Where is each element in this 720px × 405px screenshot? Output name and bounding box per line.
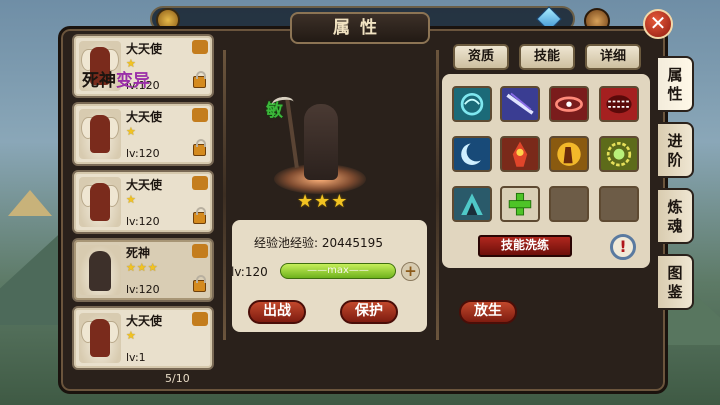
cyan-swirl-icon[interactable] — [452, 86, 492, 122]
lock-icon[interactable] — [193, 207, 206, 224]
protect-button[interactable]: 保护 — [340, 300, 398, 324]
hero-name-main: 死神 — [82, 71, 116, 91]
close-button[interactable]: ✕ — [643, 9, 673, 39]
angel-portrait-icon — [79, 109, 121, 159]
empty-skill-slot[interactable] — [599, 186, 639, 222]
side-tab-codex[interactable]: 图鉴 — [658, 254, 694, 310]
hero-name: 大天使 — [126, 110, 163, 124]
level-progress-bar: ——max—— — [280, 263, 396, 279]
hero-name: 死神 — [126, 246, 151, 260]
hero-name: 大天使 — [126, 178, 163, 192]
info-icon[interactable]: ! — [610, 234, 636, 260]
hero-level: lv:120 — [126, 283, 160, 296]
side-tab-soul[interactable]: 炼魂 — [658, 188, 694, 244]
ribbon-icon — [192, 176, 208, 190]
hero-name: 大天使 — [126, 314, 163, 328]
ribbon-icon — [192, 312, 208, 326]
red-ring-icon[interactable] — [549, 86, 589, 122]
deploy-button[interactable]: 出战 — [248, 300, 306, 324]
hero-level: lv:120 — [126, 215, 160, 228]
angel-portrait-icon — [79, 313, 121, 363]
hero-card[interactable]: 大天使 ★ lv:1 — [72, 306, 214, 370]
hero-card[interactable]: 大天使 ★ lv:120 — [72, 170, 214, 234]
skill-refine-button[interactable]: 技能洗练 — [478, 235, 572, 257]
tent-icon — [8, 190, 52, 216]
release-button[interactable]: 放生 — [459, 300, 517, 324]
lock-icon[interactable] — [193, 139, 206, 156]
hero-stars: ★ — [126, 125, 137, 138]
gold-fighter-icon[interactable] — [549, 136, 589, 172]
exp-pool-label: 经验池经验: — [254, 236, 319, 250]
demon-fire-icon[interactable] — [500, 136, 540, 172]
red-jaws-icon[interactable] — [599, 86, 639, 122]
angel-portrait-icon — [79, 177, 121, 227]
reaper-hero-art — [274, 94, 366, 194]
teal-warrior-icon[interactable] — [452, 186, 492, 222]
lock-icon[interactable] — [193, 275, 206, 292]
side-tab-advance[interactable]: 进阶 — [658, 122, 694, 178]
hero-star-rating: ★★★ — [297, 191, 349, 212]
hero-stars: ★ — [126, 329, 137, 342]
ribbon-icon — [192, 40, 208, 54]
green-sun-icon[interactable] — [599, 136, 639, 172]
hero-name-suffix: 变异 — [116, 71, 150, 91]
divider — [223, 50, 226, 340]
blue-crescent-icon[interactable] — [452, 136, 492, 172]
hero-name: 大天使 — [126, 42, 163, 56]
ribbon-icon — [192, 244, 208, 258]
exp-pool: 经验池经验: 20445195 — [254, 234, 383, 251]
tab-details[interactable]: 详细 — [585, 44, 641, 70]
empty-skill-slot[interactable] — [549, 186, 589, 222]
hero-card-selected[interactable]: 死神 ★★★ lv:120 — [72, 238, 214, 302]
ribbon-icon — [192, 108, 208, 122]
reaper-portrait-icon — [79, 245, 121, 295]
hero-stars: ★ — [126, 193, 137, 206]
hero-level: lv:120 — [126, 147, 160, 160]
window-title: 属性 — [290, 12, 430, 44]
hero-title: 死神变异 — [82, 66, 150, 91]
hero-level: lv:1 — [126, 351, 146, 364]
side-tab-attributes[interactable]: 属性 — [658, 56, 694, 112]
hero-stars: ★★★ — [126, 261, 159, 274]
add-exp-button[interactable]: + — [401, 262, 420, 281]
lock-icon[interactable] — [193, 71, 206, 88]
level-label: lv:120 — [231, 265, 268, 279]
divider — [436, 50, 439, 340]
exp-pool-value: 20445195 — [321, 236, 383, 250]
tab-skills[interactable]: 技能 — [519, 44, 575, 70]
add-skill-icon[interactable] — [500, 186, 540, 222]
page-count: 5/10 — [165, 372, 190, 385]
hero-card[interactable]: 大天使 ★ lv:120 — [72, 102, 214, 166]
purple-blade-icon[interactable] — [500, 86, 540, 122]
tab-aptitude[interactable]: 资质 — [453, 44, 509, 70]
